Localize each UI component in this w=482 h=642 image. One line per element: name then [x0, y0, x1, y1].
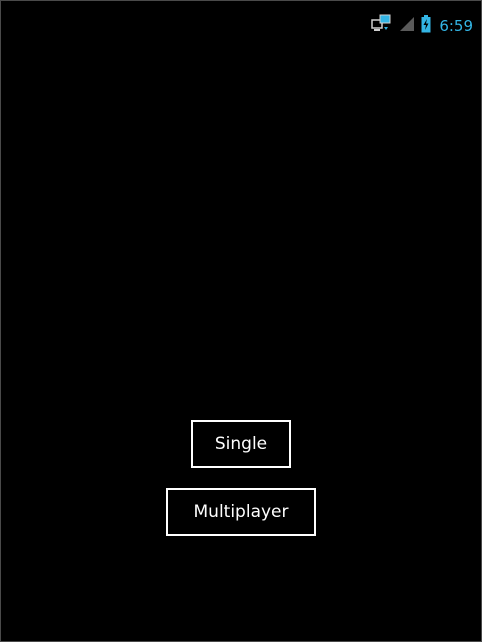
multiplayer-button[interactable]: Multiplayer — [166, 488, 316, 536]
clock-time: 6:59 — [439, 17, 473, 35]
network-sync-icon — [371, 14, 393, 38]
main-menu: Single Multiplayer — [1, 420, 481, 536]
status-bar: 6:59 — [1, 1, 481, 51]
battery-charging-icon — [421, 15, 431, 37]
single-player-button[interactable]: Single — [191, 420, 291, 468]
status-icons: 6:59 — [371, 14, 473, 38]
signal-icon — [399, 15, 415, 37]
screen: 6:59 Single Multiplayer — [0, 0, 482, 642]
